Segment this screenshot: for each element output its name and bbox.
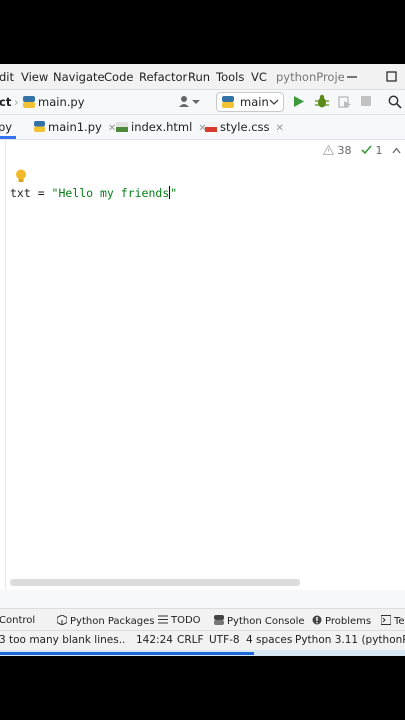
- tab-style-css[interactable]: style.css ✕: [205, 115, 284, 139]
- tool-problems[interactable]: Problems: [312, 615, 371, 627]
- weak-warnings-count: 1: [375, 144, 383, 157]
- tool-label: TODO: [171, 615, 201, 626]
- python-file-icon: [34, 121, 45, 132]
- project-title: pythonProje: [276, 70, 345, 84]
- tab-label: py: [0, 120, 13, 134]
- user-icon[interactable]: [178, 95, 202, 109]
- search-icon[interactable]: [388, 95, 402, 109]
- breadcrumb-separator: ›: [14, 95, 19, 109]
- minimize-button[interactable]: [342, 64, 362, 89]
- editor-tabs: py main1.py ✕ index.html ✕ style.css ✕: [0, 115, 405, 140]
- run-configuration-select[interactable]: main: [216, 92, 284, 112]
- status-bar: 3 too many blank lines.. 142:24 CRLF UTF…: [0, 630, 405, 651]
- code-string: "Hello my friends: [51, 186, 170, 200]
- tool-terminal[interactable]: Te: [381, 615, 405, 627]
- tab-main1-py[interactable]: main1.py ✕: [34, 115, 116, 139]
- navigation-bar: ct › main.py main: [0, 90, 405, 115]
- ide-window: dit View Navigate Code Refactor Run Tool…: [0, 64, 405, 656]
- line-separator[interactable]: CRLF: [177, 634, 204, 646]
- problems-icon: [312, 615, 322, 625]
- todo-list-icon: [158, 615, 168, 624]
- menu-bar: dit View Navigate Code Refactor Run Tool…: [0, 64, 405, 90]
- tool-python-console[interactable]: Python Console: [214, 615, 305, 627]
- coverage-icon[interactable]: [338, 95, 352, 108]
- menu-view[interactable]: View: [21, 70, 48, 84]
- minimize-icon: [347, 76, 357, 78]
- tool-label: Python Packages: [70, 616, 155, 627]
- tool-label: Python Console: [227, 616, 305, 627]
- close-icon[interactable]: ✕: [276, 123, 284, 134]
- terminal-icon: [381, 615, 391, 625]
- menu-tools[interactable]: Tools: [216, 70, 244, 84]
- packages-icon: [57, 615, 67, 625]
- progress-bar: [0, 650, 405, 656]
- menu-edit[interactable]: dit: [0, 70, 14, 84]
- stop-icon[interactable]: [361, 96, 372, 107]
- close-icon[interactable]: ✕: [108, 123, 116, 134]
- debug-icon[interactable]: [315, 94, 329, 109]
- warning-icon: [323, 145, 334, 155]
- tab-index-html[interactable]: index.html ✕: [116, 115, 207, 139]
- code-editor[interactable]: 38 1 txt = "Hello my friends": [0, 140, 405, 590]
- tab-label: main1.py: [48, 120, 102, 134]
- warnings-count: 38: [337, 144, 352, 157]
- tab-label: index.html: [131, 120, 193, 134]
- tab-label: style.css: [220, 120, 270, 134]
- breadcrumb-project[interactable]: ct: [0, 95, 11, 109]
- progress-fill: [0, 652, 254, 655]
- tool-todo[interactable]: TODO: [158, 615, 201, 626]
- menu-navigate[interactable]: Navigate: [53, 70, 105, 84]
- tool-version-control[interactable]: Control: [0, 615, 35, 626]
- maximize-icon: [386, 71, 397, 82]
- tool-python-packages[interactable]: Python Packages: [57, 615, 155, 627]
- lightbulb-icon[interactable]: [15, 169, 27, 184]
- maximize-button[interactable]: [381, 64, 401, 89]
- code-variable: txt =: [10, 186, 52, 200]
- inspection-widget[interactable]: 38 1: [323, 144, 401, 157]
- run-config-label: main: [240, 95, 269, 109]
- gutter-divider: [5, 140, 6, 590]
- run-icon[interactable]: [293, 95, 305, 108]
- menu-run[interactable]: Run: [188, 70, 210, 84]
- file-encoding[interactable]: UTF-8: [209, 634, 240, 646]
- menu-code[interactable]: Code: [104, 70, 133, 84]
- horizontal-scrollbar[interactable]: [10, 579, 300, 586]
- css-file-icon: [205, 121, 217, 132]
- breadcrumb-file[interactable]: main.py: [38, 95, 85, 109]
- tool-label: Te: [394, 616, 405, 627]
- tool-label: Problems: [325, 616, 372, 627]
- console-icon: [214, 615, 224, 625]
- tab-main-py[interactable]: py: [0, 115, 17, 139]
- caret-position[interactable]: 142:24: [136, 634, 173, 646]
- menu-refactor[interactable]: Refactor: [139, 70, 187, 84]
- indent-setting[interactable]: 4 spaces: [246, 634, 292, 646]
- html-file-icon: [116, 121, 128, 132]
- check-icon: [361, 145, 372, 155]
- chevron-up-icon: [392, 147, 401, 154]
- python-file-icon: [23, 96, 35, 108]
- chevron-down-icon: [269, 97, 279, 107]
- code-string-close: ": [170, 186, 178, 200]
- python-logo-icon: [222, 96, 234, 108]
- python-interpreter[interactable]: Python 3.11 (pythonPro: [295, 634, 405, 646]
- tool-window-bar: Control Python Packages TODO Python Cons…: [0, 608, 405, 631]
- menu-vcs[interactable]: VC: [251, 70, 267, 84]
- code-line[interactable]: txt = "Hello my friends": [10, 186, 177, 200]
- status-message[interactable]: 3 too many blank lines..: [0, 634, 125, 646]
